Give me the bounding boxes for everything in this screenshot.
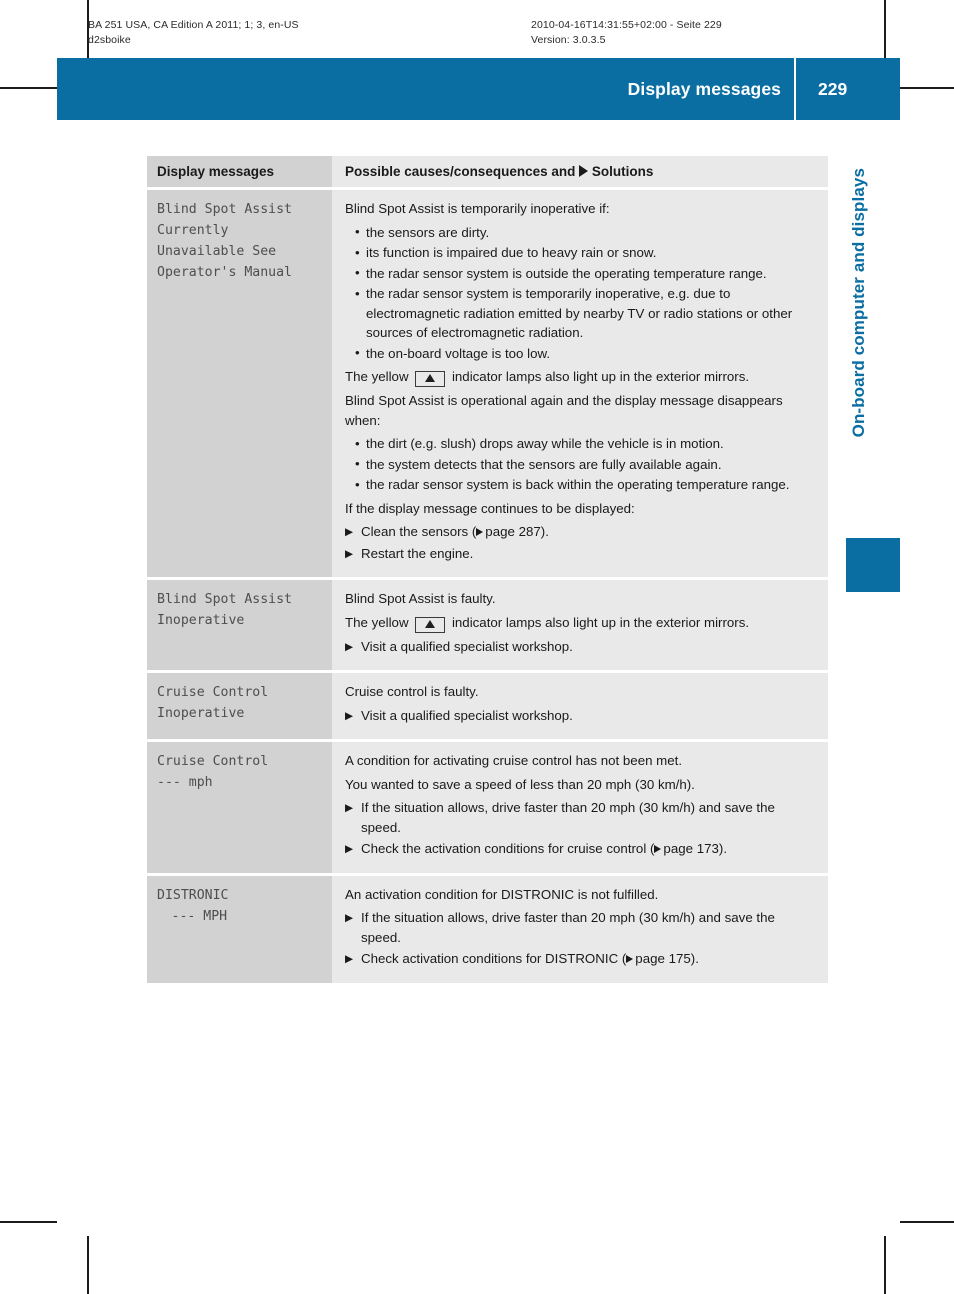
display-message-text: Cruise Control --- mph <box>157 754 269 790</box>
chapter-tab-marker <box>846 538 900 592</box>
table-header-row: Display messages Possible causes/consequ… <box>147 156 828 187</box>
cause-bullet-item: the system detects that the sensors are … <box>355 454 814 475</box>
indicator-lamp-paragraph: The yellow indicator lamps also light up… <box>345 613 814 633</box>
table-header-cell-messages: Display messages <box>147 156 332 187</box>
table-header-causes-prefix: Possible causes/consequences and <box>345 164 580 179</box>
display-message-cell: Blind Spot Assist Inoperative <box>147 580 332 670</box>
solution-step-item: Clean the sensors (page 287). <box>345 522 814 542</box>
display-message-text: DISTRONIC <box>157 887 229 903</box>
crop-mark-top-right-vertical <box>884 0 886 58</box>
crop-mark-bottom-right-horizontal <box>900 1221 954 1223</box>
page-number: 229 <box>818 78 848 99</box>
cause-bullet-item: the radar sensor system is temporarily i… <box>355 284 814 343</box>
table-row: Cruise Control Inoperative Cruise control… <box>147 673 828 739</box>
solution-step-item: Visit a qualified specialist workshop. <box>345 637 814 657</box>
chapter-label: On-board computer and displays <box>849 168 868 438</box>
table-header-causes-suffix: Solutions <box>588 164 654 179</box>
solution-step-item: Restart the engine. <box>345 544 814 564</box>
crop-mark-top-left-horizontal <box>0 87 57 89</box>
page-title: Display messages <box>627 78 781 99</box>
solution-step-item: Check the activation conditions for crui… <box>345 839 814 859</box>
page-cross-reference[interactable]: page 175 <box>626 951 691 966</box>
cause-bullet-item: the dirt (e.g. slush) drops away while t… <box>355 434 814 454</box>
cross-reference-arrow-icon <box>654 845 662 853</box>
cause-paragraph: Cruise control is faulty. <box>345 684 479 699</box>
solution-step-list: Clean the sensors (page 287).Restart the… <box>345 522 814 563</box>
cause-bullet-list: the sensors are dirty.its function is im… <box>345 222 814 364</box>
warning-triangle-indicator-icon <box>415 616 446 633</box>
causes-and-solutions-cell: Cruise control is faulty. Visit a qualifi… <box>332 673 828 739</box>
display-message-cell: Cruise Control --- mph <box>147 742 332 873</box>
table-header-cell-causes: Possible causes/consequences and Solutio… <box>332 156 828 187</box>
solution-step-list: If the situation allows, drive faster th… <box>345 798 814 859</box>
crop-mark-bottom-left-vertical <box>87 1236 89 1294</box>
causes-and-solutions-cell: Blind Spot Assist is temporarily inopera… <box>332 190 828 577</box>
display-message-cell: Blind Spot Assist Currently Unavailable … <box>147 190 332 577</box>
indicator-lamp-paragraph: The yellow indicator lamps also light up… <box>345 367 814 387</box>
page-cross-reference[interactable]: page 287 <box>476 524 541 539</box>
cause-paragraph: A condition for activating cruise contro… <box>345 753 683 768</box>
cross-reference-arrow-icon <box>476 528 484 536</box>
table-row: Blind Spot Assist Inoperative Blind Spot … <box>147 580 828 670</box>
print-meta-right: 2010-04-16T14:31:55+02:00 - Seite 229 Ve… <box>531 19 722 46</box>
cause-paragraph: Blind Spot Assist is operational again a… <box>345 393 783 428</box>
page-cross-reference[interactable]: page 173 <box>654 841 719 856</box>
cause-bullet-item: its function is impaired due to heavy ra… <box>355 243 814 263</box>
crop-mark-bottom-right-vertical <box>884 1236 886 1294</box>
crop-mark-bottom-left-horizontal <box>0 1221 57 1223</box>
table-row: DISTRONIC --- MPH An activation condition … <box>147 875 828 983</box>
causes-and-solutions-cell: A condition for activating cruise contro… <box>332 742 828 873</box>
solution-step-list: Visit a qualified specialist workshop. <box>345 706 814 726</box>
display-message-text: Blind Spot Assist Currently Unavailable … <box>157 202 292 280</box>
table-body: Blind Spot Assist Currently Unavailable … <box>147 190 828 983</box>
cause-paragraph: If the display message continues to be d… <box>345 500 635 516</box>
crop-mark-top-right-horizontal <box>900 87 954 89</box>
causes-and-solutions-cell: Blind Spot Assist is faulty. The yellow i… <box>332 580 828 670</box>
display-message-text: Blind Spot Assist Inoperative <box>157 592 292 628</box>
display-message-text: Cruise Control Inoperative <box>157 685 269 721</box>
solution-step-item: If the situation allows, drive faster th… <box>345 908 814 947</box>
display-message-cell: Cruise Control Inoperative <box>147 673 332 739</box>
table-row: Blind Spot Assist Currently Unavailable … <box>147 190 828 577</box>
cause-paragraph: Blind Spot Assist is temporarily inopera… <box>345 201 610 216</box>
page-header-bar: Display messages 229 <box>57 58 900 120</box>
solutions-arrow-icon <box>579 165 589 177</box>
solution-step-list: Visit a qualified specialist workshop. <box>345 637 814 657</box>
cause-bullet-item: the on-board voltage is too low. <box>355 343 814 364</box>
cause-paragraph: An activation condition for DISTRONIC is… <box>345 886 659 902</box>
solution-step-item: If the situation allows, drive faster th… <box>345 798 814 837</box>
cause-bullet-list: the dirt (e.g. slush) drops away while t… <box>345 434 814 495</box>
display-message-cell: DISTRONIC --- MPH <box>147 875 332 983</box>
cause-paragraph: Blind Spot Assist is faulty. <box>345 591 496 606</box>
table-row: Cruise Control --- mph A condition for ac… <box>147 742 828 873</box>
cause-paragraph: You wanted to save a speed of less than … <box>345 776 695 792</box>
solution-step-list: If the situation allows, drive faster th… <box>345 908 814 969</box>
cross-reference-arrow-icon <box>626 955 634 963</box>
cause-bullet-item: the radar sensor system is outside the o… <box>355 263 814 284</box>
display-messages-table: Display messages Possible causes/consequ… <box>147 156 828 983</box>
causes-and-solutions-cell: An activation condition for DISTRONIC is… <box>332 875 828 983</box>
cause-bullet-item: the radar sensor system is back within t… <box>355 475 814 495</box>
solution-step-item: Check activation conditions for DISTRONI… <box>345 949 814 969</box>
solution-step-item: Visit a qualified specialist workshop. <box>345 706 814 726</box>
warning-triangle-indicator-icon <box>415 371 446 387</box>
display-message-text-secondary: --- MPH <box>171 908 228 924</box>
cause-bullet-item: the sensors are dirty. <box>355 222 814 243</box>
print-meta-left: BA 251 USA, CA Edition A 2011; 1; 3, en-… <box>88 19 299 46</box>
